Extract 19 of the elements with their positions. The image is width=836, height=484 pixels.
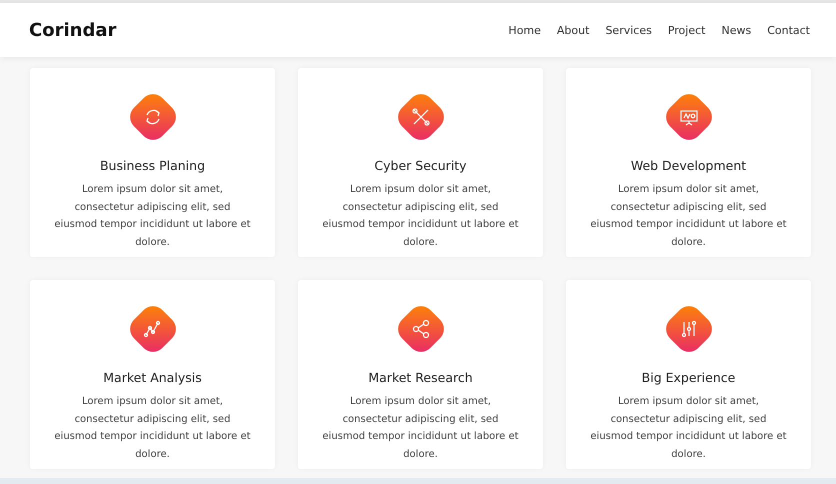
nav-link[interactable]: Services [605,24,652,36]
service-description: Lorem ipsum dolor sit amet, consectetur adipiscing elit, sed eiusmod tempor incididunt ut labore et dolore. [321,395,520,462]
nav-link[interactable]: About [556,24,590,36]
service-description: Lorem ipsum dolor sit amet, consectetur adipiscing elit, sed eiusmod tempor incididunt ut labore et dolore. [53,395,252,462]
service-title: Cyber Security [374,158,467,173]
service-description: Lorem ipsum dolor sit amet, consectetur adipiscing elit, sed eiusmod tempor incididunt ut labore et dolore. [321,183,520,250]
service-title: Web Development [630,158,746,173]
service-description: Lorem ipsum dolor sit amet, consectetur adipiscing elit, sed eiusmod tempor incididunt ut labore et dolore. [589,183,788,250]
nav-link[interactable]: Project [668,24,706,36]
service-title: Market Analysis [103,370,202,385]
nav-link[interactable]: Contact [767,24,810,36]
service-description: Lorem ipsum dolor sit amet, consectetur adipiscing elit, sed eiusmod tempor incididunt ut labore et dolore. [589,395,788,462]
service-title: Big Experience [642,370,736,385]
service-description: Lorem ipsum dolor sit amet, consectetur adipiscing elit, sed eiusmod tempor incididunt ut labore et dolore. [53,183,252,250]
nav-link[interactable]: News [721,24,752,36]
nav-link[interactable]: Home [508,24,541,36]
service-title: Market Research [368,370,473,385]
brand-logo[interactable]: Corindar [29,20,116,40]
service-title: Business Planing [100,158,206,173]
